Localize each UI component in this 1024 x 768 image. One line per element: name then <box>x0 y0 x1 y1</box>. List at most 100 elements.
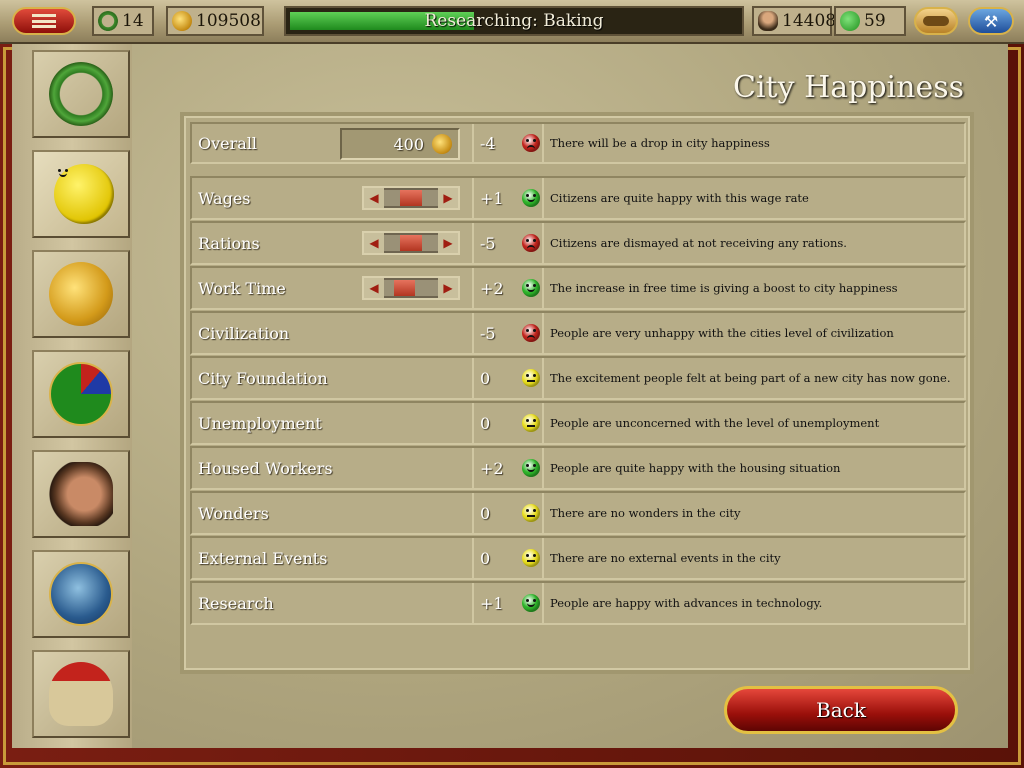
increase-arrow-icon[interactable]: ▶ <box>438 188 458 208</box>
overall-value: -4 <box>480 133 496 153</box>
table-row: Research +1 People are happy with advanc… <box>190 581 966 625</box>
row-label-external-events: External Events <box>198 548 328 568</box>
overall-value-cell: -4 <box>472 124 544 162</box>
row-label-wonders: Wonders <box>198 503 269 523</box>
increase-arrow-icon[interactable]: ▶ <box>438 278 458 298</box>
citizen-icon <box>758 11 778 31</box>
overall-row: Overall 400 -4 There will be a drop in c… <box>190 122 966 164</box>
gold-coin-icon <box>432 134 452 154</box>
sidebar-item-advisors[interactable] <box>32 450 130 538</box>
happy-face-icon <box>522 189 540 207</box>
work-time-slider-track[interactable] <box>384 280 438 296</box>
laurel-wreath-icon <box>49 62 113 126</box>
roman-bust-icon <box>49 462 113 526</box>
wages-slider-fill <box>400 190 422 206</box>
row-value: 0 <box>480 503 491 523</box>
row-value: +1 <box>480 593 504 613</box>
row-description: People are very unhappy with the cities … <box>550 326 894 340</box>
row-description: There are no wonders in the city <box>550 506 741 520</box>
decrease-arrow-icon[interactable]: ◀ <box>364 188 384 208</box>
population-counter: 14408 <box>752 6 836 36</box>
decrease-arrow-icon[interactable]: ◀ <box>364 233 384 253</box>
increase-arrow-icon[interactable]: ▶ <box>438 233 458 253</box>
gold-coin-icon <box>172 11 192 31</box>
row-description: There are no external events in the city <box>550 551 781 565</box>
table-row: Work Time ◀ ▶ +2 The increase in free ti… <box>190 266 966 310</box>
main-menu-button[interactable] <box>12 7 76 35</box>
neutral-face-icon <box>522 504 540 522</box>
overall-description: There will be a drop in city happiness <box>550 136 770 150</box>
wages-slider[interactable]: ◀ ▶ <box>362 186 460 210</box>
overall-label: Overall <box>198 133 258 153</box>
row-value-cell: 0 <box>472 358 544 398</box>
table-row: Civilization -5 People are very unhappy … <box>190 311 966 355</box>
main-panel: City Happiness Overall 400 -4 There will… <box>132 44 1008 748</box>
row-description: The excitement people felt at being part… <box>550 371 951 385</box>
row-value-cell: +1 <box>472 583 544 623</box>
gold-counter: 109508 <box>166 6 264 36</box>
row-value-cell: +1 <box>472 178 544 218</box>
tools-button[interactable]: ⚒ <box>968 7 1014 35</box>
rations-slider-fill <box>400 235 422 251</box>
scroll-icon <box>923 16 949 26</box>
row-value-cell: 0 <box>472 493 544 533</box>
work-time-slider[interactable]: ◀ ▶ <box>362 276 460 300</box>
unhappy-face-icon <box>522 234 540 252</box>
row-value: -5 <box>480 233 496 253</box>
happy-face-icon <box>522 459 540 477</box>
rations-slider[interactable]: ◀ ▶ <box>362 231 460 255</box>
row-value-cell: 0 <box>472 403 544 443</box>
happiness-table: Overall 400 -4 There will be a drop in c… <box>180 112 974 674</box>
laurel-count: 14 <box>122 11 144 31</box>
row-value: +2 <box>480 458 504 478</box>
sidebar-item-military[interactable] <box>32 650 130 738</box>
row-description: People are quite happy with the housing … <box>550 461 841 475</box>
happy-face-icon <box>54 164 114 224</box>
work-time-slider-fill <box>393 280 416 296</box>
sidebar <box>12 44 132 748</box>
row-label-civilization: Civilization <box>198 323 290 343</box>
row-value: -5 <box>480 323 496 343</box>
row-value: +1 <box>480 188 504 208</box>
table-row: Wages ◀ ▶ +1 Citizens are quite happy wi… <box>190 176 966 220</box>
neutral-face-icon <box>522 369 540 387</box>
menu-icon <box>32 14 56 28</box>
wages-slider-track[interactable] <box>384 190 438 206</box>
row-value-cell: 0 <box>472 538 544 578</box>
row-value-cell: -5 <box>472 313 544 353</box>
row-label-rations: Rations <box>198 233 260 253</box>
table-row: Rations ◀ ▶ -5 Citizens are dismayed at … <box>190 221 966 265</box>
decrease-arrow-icon[interactable]: ◀ <box>364 278 384 298</box>
row-value-cell: +2 <box>472 448 544 488</box>
neutral-face-icon <box>522 414 540 432</box>
neutral-face-icon <box>522 549 540 567</box>
table-row: Unemployment 0 People are unconcerned wi… <box>190 401 966 445</box>
laurel-icon <box>98 11 118 31</box>
row-value: 0 <box>480 413 491 433</box>
sidebar-item-happiness[interactable] <box>32 150 130 238</box>
row-value: 0 <box>480 368 491 388</box>
happiness-amount: 59 <box>864 11 886 31</box>
happiness-counter: 59 <box>834 6 906 36</box>
rations-slider-track[interactable] <box>384 235 438 251</box>
sidebar-item-world-map[interactable] <box>32 550 130 638</box>
sidebar-item-overview[interactable] <box>32 50 130 138</box>
top-bar: 14 109508 Researching: Baking 14408 59 ⚒ <box>0 0 1024 44</box>
roman-helmet-icon <box>49 662 113 726</box>
scroll-button[interactable] <box>914 7 958 35</box>
gold-coin-icon <box>49 262 113 326</box>
back-button[interactable]: Back <box>724 686 958 734</box>
laurel-counter: 14 <box>92 6 154 36</box>
unhappy-face-icon <box>522 324 540 342</box>
happy-face-icon <box>522 279 540 297</box>
research-progress-bar[interactable]: Researching: Baking <box>284 6 744 36</box>
row-description: People are happy with advances in techno… <box>550 596 823 610</box>
table-row: City Foundation 0 The excitement people … <box>190 356 966 400</box>
sidebar-item-statistics[interactable] <box>32 350 130 438</box>
row-label-work-time: Work Time <box>198 278 286 298</box>
sidebar-item-finance[interactable] <box>32 250 130 338</box>
unhappy-face-icon <box>522 134 540 152</box>
table-row: External Events 0 There are no external … <box>190 536 966 580</box>
row-label-unemployment: Unemployment <box>198 413 322 433</box>
happy-face-icon <box>840 11 860 31</box>
